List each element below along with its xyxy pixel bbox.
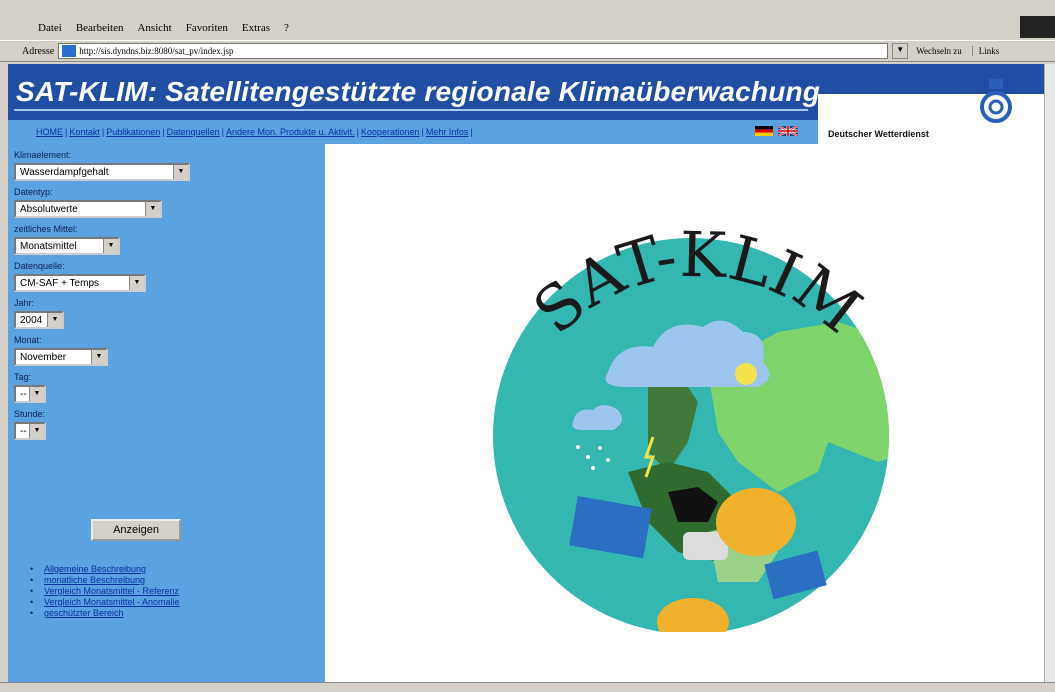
nav-mehr-infos[interactable]: Mehr Infos — [426, 127, 469, 137]
klimaelement-select[interactable]: Wasserdampfgehalt ▼ — [14, 163, 190, 181]
ie-page-icon — [62, 45, 77, 57]
tag-select[interactable]: -- ▼ — [14, 385, 46, 403]
tag-label: Tag: — [14, 372, 32, 382]
monat-value: November — [20, 351, 67, 363]
nav-andere[interactable]: Andere Mon. Produkte u. Aktivit. — [226, 127, 355, 137]
info-link-list: Allgemeine Beschreibung monatliche Besch… — [30, 564, 180, 619]
address-value: http://sis.dyndns.biz:8080/sat_pv/index.… — [79, 46, 234, 56]
menu-help[interactable]: ? — [284, 22, 289, 34]
stunde-value: -- — [20, 425, 27, 437]
nav-kontakt[interactable]: Kontakt — [69, 127, 100, 137]
anzeigen-button[interactable]: Anzeigen — [91, 519, 181, 541]
tag-value: -- — [20, 388, 27, 400]
browser-menubar: Datei Bearbeiten Ansicht Favoriten Extra… — [0, 18, 1020, 38]
browser-throbber — [1020, 16, 1055, 38]
link-allgemeine-beschreibung[interactable]: Allgemeine Beschreibung — [30, 564, 180, 575]
quelle-value: CM-SAF + Temps — [20, 277, 99, 289]
monat-select[interactable]: November ▼ — [14, 348, 108, 366]
monat-label: Monat: — [14, 335, 42, 345]
nav-publikationen[interactable]: Publikationen — [106, 127, 160, 137]
links-button[interactable]: Links — [971, 46, 999, 56]
nav-home[interactable]: HOME — [36, 127, 63, 137]
address-dropdown-icon[interactable]: ▼ — [892, 43, 909, 59]
dwd-logo-icon[interactable] — [976, 79, 1016, 123]
link-geschuetzter-bereich[interactable]: geschützter Bereich — [30, 608, 180, 619]
jahr-value: 2004 — [20, 314, 43, 326]
nav-datenquellen[interactable]: Datenquellen — [167, 127, 220, 137]
chevron-down-icon: ▼ — [145, 202, 160, 216]
page-scrollbar[interactable] — [1044, 64, 1055, 682]
flag-de-icon[interactable] — [755, 126, 773, 136]
chevron-down-icon: ▼ — [173, 165, 188, 179]
menu-favoriten[interactable]: Favoriten — [186, 22, 228, 34]
address-label: Adresse — [22, 45, 55, 57]
sidebar-form: Klimaelement: Wasserdampfgehalt ▼ Datenty… — [8, 144, 325, 682]
dish-antenna-icon — [716, 488, 796, 556]
address-bar: Adresse http://sis.dyndns.biz:8080/sat_p… — [0, 40, 1055, 62]
jahr-label: Jahr: — [14, 298, 35, 308]
link-vergleich-referenz[interactable]: Vergleich Monatsmittel - Referenz — [30, 586, 180, 597]
chevron-down-icon: ▼ — [47, 313, 62, 327]
klimaelement-label: Klimaelement: — [14, 150, 72, 160]
link-vergleich-anomalie[interactable]: Vergleich Monatsmittel - Anomalie — [30, 597, 180, 608]
menu-bearbeiten[interactable]: Bearbeiten — [76, 22, 124, 34]
chevron-down-icon: ▼ — [29, 387, 44, 401]
sat-klim-logo: SAT-KLIM — [493, 218, 889, 632]
klimaelement-value: Wasserdampfgehalt — [20, 166, 109, 178]
mittel-select[interactable]: Monatsmittel ▼ — [14, 237, 120, 255]
page-content: SAT-KLIM: Satellitengestützte regionale … — [8, 64, 1045, 682]
quelle-select[interactable]: CM-SAF + Temps ▼ — [14, 274, 146, 292]
stunde-label: Stunde: — [14, 409, 46, 419]
address-input[interactable]: http://sis.dyndns.biz:8080/sat_pv/index.… — [58, 43, 889, 59]
datentyp-label: Datentyp: — [14, 187, 53, 197]
chevron-down-icon: ▼ — [29, 424, 44, 438]
browser-window: Datei Bearbeiten Ansicht Favoriten Extra… — [0, 0, 1055, 692]
link-monatliche-beschreibung[interactable]: monatliche Beschreibung — [30, 575, 180, 586]
menu-extras[interactable]: Extras — [242, 22, 270, 34]
mittel-value: Monatsmittel — [20, 240, 77, 252]
datentyp-select[interactable]: Absolutwerte ▼ — [14, 200, 162, 218]
dwd-name: Deutscher Wetterdienst — [828, 129, 929, 139]
chevron-down-icon: ▼ — [129, 276, 144, 290]
page-title: SAT-KLIM: Satellitengestützte regionale … — [16, 76, 821, 107]
mittel-label: zeitliches Mittel: — [14, 224, 78, 234]
chevron-down-icon: ▼ — [103, 239, 118, 253]
nav-kooperationen[interactable]: Kooperationen — [361, 127, 420, 137]
quelle-label: Datenquelle: — [14, 261, 65, 271]
chevron-down-icon: ▼ — [91, 350, 106, 364]
sun-icon — [735, 363, 757, 385]
top-navigation: HOME | Kontakt | Publikationen | Datenquell… — [8, 120, 818, 144]
header-underline — [14, 109, 808, 111]
stunde-select[interactable]: -- ▼ — [14, 422, 46, 440]
menu-ansicht[interactable]: Ansicht — [137, 22, 171, 34]
datentyp-value: Absolutwerte — [20, 203, 78, 215]
jahr-select[interactable]: 2004 ▼ — [14, 311, 64, 329]
flag-uk-icon[interactable] — [778, 126, 798, 136]
menu-datei[interactable]: Datei — [38, 22, 62, 34]
go-button[interactable]: Wechseln zu — [916, 46, 962, 56]
